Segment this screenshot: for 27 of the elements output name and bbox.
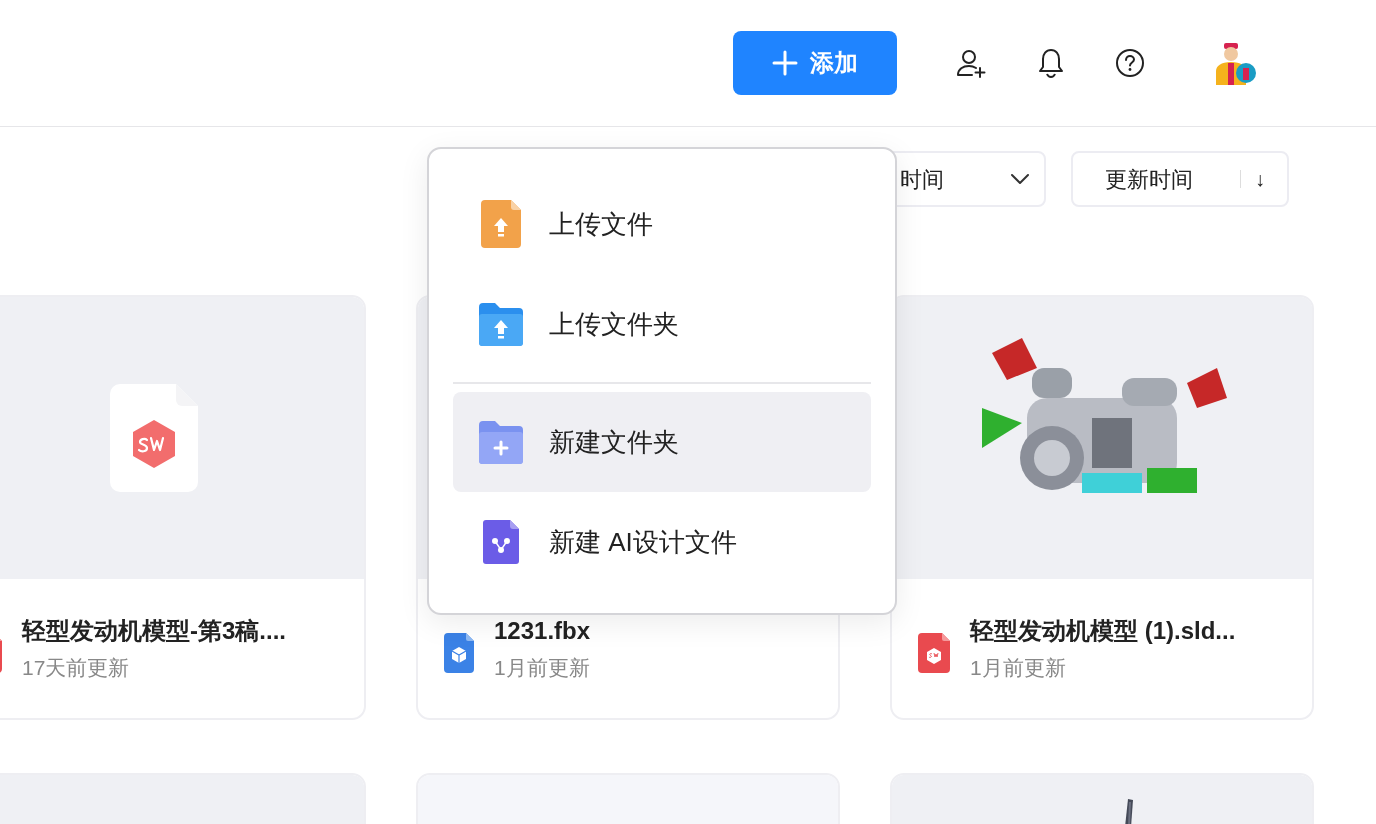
menu-item[interactable]: 上传文件夹 <box>453 274 871 374</box>
file-card[interactable]: 轻型发动机模型 (1).sld... 1月前更新 <box>890 295 1314 720</box>
folder-add-icon <box>479 420 523 464</box>
cube-file-icon <box>444 633 474 673</box>
updated-time: 1月前更新 <box>970 655 1067 681</box>
plus-icon <box>772 50 798 76</box>
file-name: 轻型发动机模型-第3稿.... <box>22 616 286 646</box>
updated-time: 1月前更新 <box>494 655 591 681</box>
folder-upload-icon <box>479 302 523 346</box>
sort-button[interactable]: 更新时间 ↓ <box>1071 151 1289 207</box>
file-upload-icon <box>481 200 521 248</box>
help-icon[interactable] <box>1115 48 1145 78</box>
avatar-icon[interactable] <box>1214 41 1256 85</box>
add-button[interactable]: 添加 <box>733 31 897 95</box>
solidworks-file-icon <box>918 633 950 673</box>
bell-icon[interactable] <box>1037 47 1065 79</box>
file-name: 1231.fbx <box>494 616 591 646</box>
file-card[interactable]: 轻型发动机模型-第3稿.... 17天前更新 <box>0 295 366 720</box>
menu-item[interactable]: 新建文件夹 <box>453 392 871 492</box>
ai-file-icon <box>483 520 519 564</box>
chevron-down-icon <box>1010 173 1030 185</box>
file-name: 轻型发动机模型 (1).sld... <box>970 616 1236 646</box>
sort-direction-arrow[interactable]: ↓ <box>1255 164 1265 194</box>
solidworks-file-icon <box>110 384 198 492</box>
add-user-icon[interactable] <box>955 47 987 79</box>
updated-time: 17天前更新 <box>22 655 131 681</box>
menu-item[interactable]: 新建 AI设计文件 <box>453 492 871 592</box>
